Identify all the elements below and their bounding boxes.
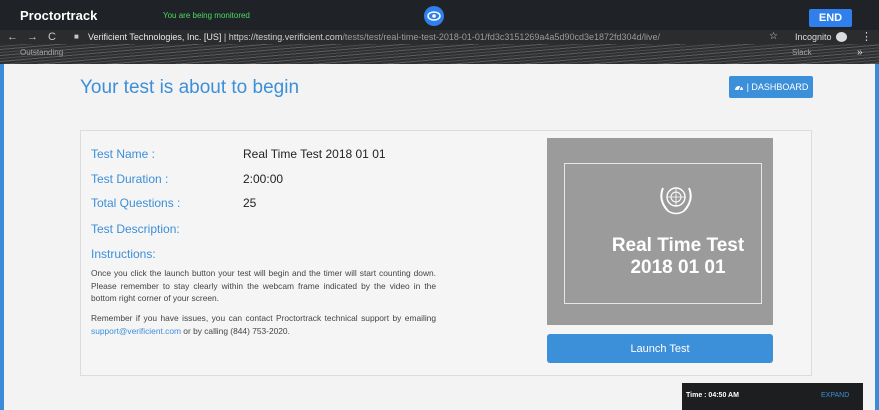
test-info-card: Test Name : Real Time Test 2018 01 01 Te… <box>80 130 812 376</box>
preview-title-line: Real Time Test <box>611 235 745 256</box>
url-path: /tests/test/real-time-test-2018-01-01/fd… <box>342 32 661 42</box>
star-icon[interactable]: ☆ <box>769 30 778 44</box>
lock-icon: ■ <box>74 32 79 41</box>
timer-widget: Time : 04:50 AM EXPAND <box>682 383 863 410</box>
end-button[interactable]: END <box>809 9 852 27</box>
support-text: Remember if you have issues, you can con… <box>91 312 436 337</box>
test-name-label: Test Name : <box>91 147 156 161</box>
total-questions-label: Total Questions : <box>91 196 181 210</box>
eye-icon[interactable] <box>424 6 444 26</box>
address-bar[interactable]: Verificient Technologies, Inc. [US] | ht… <box>88 31 660 43</box>
dashboard-label: | DASHBOARD <box>746 82 809 92</box>
support-email-link[interactable]: support@verificient.com <box>91 326 181 336</box>
support-text-part: or by calling (844) 753-2020. <box>180 325 290 336</box>
reload-icon[interactable]: C <box>48 30 56 44</box>
browser-menu-icon[interactable]: ⋮ <box>861 30 872 44</box>
bookmarks-more-icon[interactable]: » <box>857 47 863 58</box>
expand-button[interactable]: EXPAND <box>821 392 849 399</box>
instructions-text: Once you click the launch button your te… <box>91 268 436 304</box>
bookmarks-bar: Outstanding Slack » <box>0 44 879 64</box>
monitoring-status: You are being monitored <box>163 11 250 20</box>
dashboard-gauge-icon <box>734 85 743 91</box>
test-duration-label: Test Duration : <box>91 172 169 186</box>
bookmark-item[interactable]: Slack <box>792 48 812 57</box>
site-org: Verificient Technologies, Inc. [US] <box>88 32 222 42</box>
bookmark-item[interactable]: Outstanding <box>20 48 63 57</box>
timer-text: Time : 04:50 AM <box>686 392 739 399</box>
back-arrow-icon[interactable]: ← <box>7 30 18 44</box>
browser-toolbar: ← → C ■ Verificient Technologies, Inc. [… <box>0 30 879 44</box>
support-text-part: Remember if you have issues, you can con… <box>91 313 436 323</box>
test-description-label: Test Description: <box>91 222 180 236</box>
forward-arrow-icon[interactable]: → <box>27 30 38 44</box>
total-questions-value: 25 <box>243 196 257 210</box>
proctortrack-bar: Proctortrack You are being monitored END <box>0 0 879 30</box>
proctortrack-brand: Proctortrack <box>20 8 98 23</box>
url-host: https://testing.verificient.com <box>228 32 343 42</box>
page-title: Your test is about to begin <box>80 77 300 98</box>
preview-title-line: 2018 01 01 <box>630 257 726 278</box>
test-preview-image: Real Time Test 2018 01 01 <box>547 138 773 325</box>
incognito-icon[interactable] <box>836 32 847 42</box>
launch-test-button[interactable]: Launch Test <box>547 334 773 363</box>
instructions-heading: Instructions: <box>91 247 156 261</box>
main-page: Your test is about to begin | DASHBOARD … <box>4 64 875 410</box>
preview-frame: Real Time Test 2018 01 01 <box>564 163 762 304</box>
test-name-value: Real Time Test 2018 01 01 <box>243 147 386 161</box>
laurel-globe-emblem-icon <box>660 187 692 215</box>
test-duration-value: 2:00:00 <box>243 172 284 186</box>
preview-title: Real Time Test 2018 01 01 <box>565 235 791 279</box>
dashboard-button[interactable]: | DASHBOARD <box>729 76 813 98</box>
incognito-label: Incognito <box>795 32 832 42</box>
